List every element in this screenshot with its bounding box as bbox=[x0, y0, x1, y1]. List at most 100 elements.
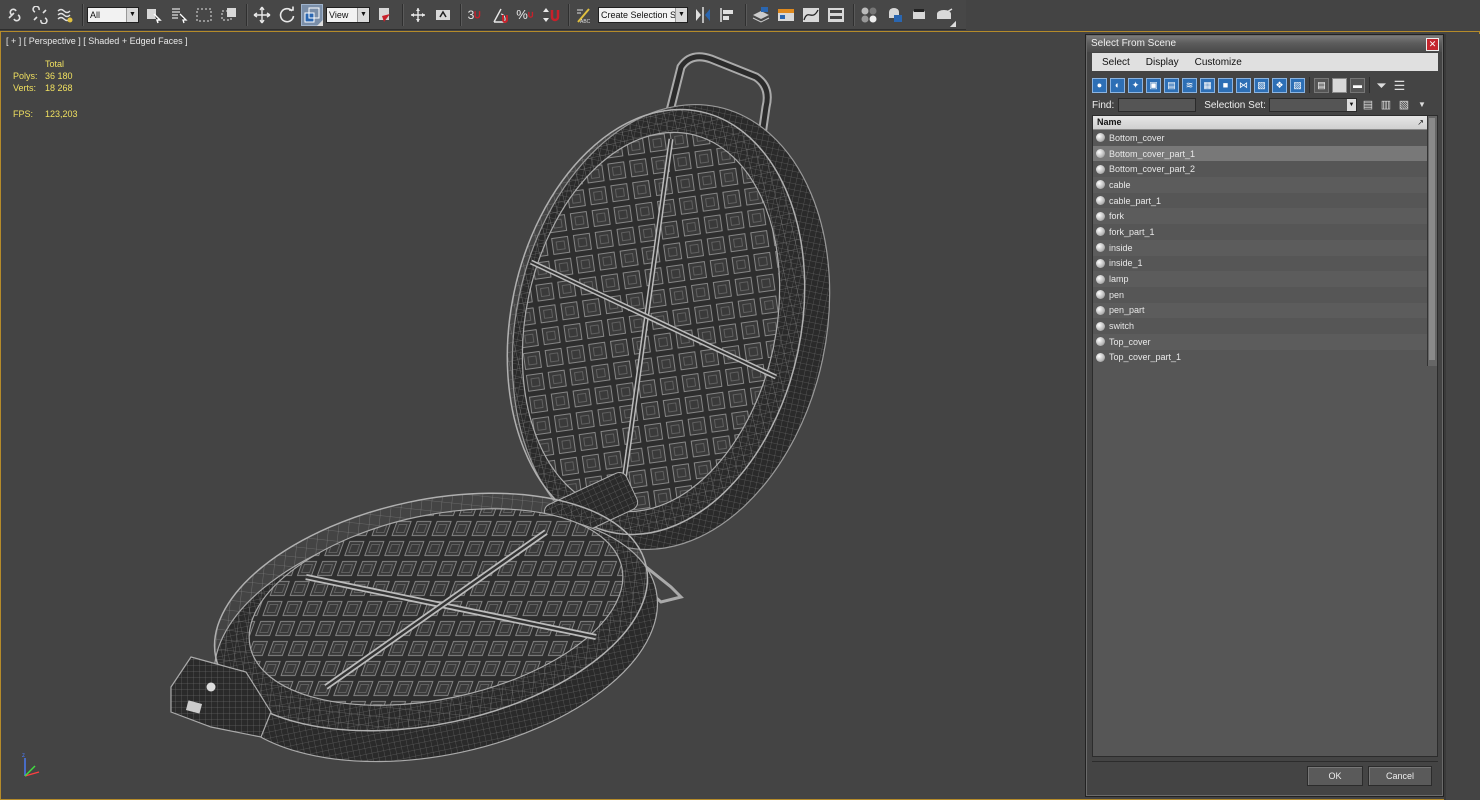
unlink-icon[interactable] bbox=[29, 4, 51, 26]
stats-header: Total bbox=[45, 59, 65, 69]
display-all-icon[interactable]: ▤ bbox=[1314, 77, 1329, 93]
material-editor-icon[interactable] bbox=[858, 4, 880, 26]
list-item[interactable]: Bottom_cover_part_2 bbox=[1093, 161, 1428, 177]
display-groups-icon[interactable]: ▦ bbox=[1200, 77, 1215, 93]
expand-arrow-icon[interactable]: ▼ bbox=[1415, 98, 1429, 112]
list-item[interactable]: cable_part_1 bbox=[1093, 193, 1428, 209]
waffle-maker-model[interactable] bbox=[151, 47, 851, 767]
list-item[interactable]: switch bbox=[1093, 318, 1428, 334]
list-item-label: Top_cover_part_1 bbox=[1109, 352, 1182, 363]
display-bones-icon[interactable]: ⋈ bbox=[1236, 77, 1251, 93]
list-item[interactable]: fork bbox=[1093, 208, 1428, 225]
viewport-label-menu[interactable]: [ + ] [ Perspective ] [ Shaded + Edged F… bbox=[6, 36, 188, 46]
list-item-label: Bottom_cover_part_1 bbox=[1109, 148, 1196, 159]
geometry-object-icon bbox=[1096, 133, 1105, 143]
cancel-button[interactable]: Cancel bbox=[1368, 766, 1432, 786]
dialog-titlebar[interactable]: Select From Scene ✕ bbox=[1087, 36, 1442, 52]
list-item[interactable]: fork_part_1 bbox=[1093, 224, 1428, 240]
named-selection-select[interactable]: Create Selection Se ▼ bbox=[598, 6, 688, 23]
geometry-object-icon bbox=[1096, 258, 1105, 268]
list-item[interactable]: Top_cover_part_1 bbox=[1093, 350, 1428, 366]
list-item[interactable]: inside bbox=[1093, 239, 1428, 256]
display-spacewarps-icon[interactable]: ≋ bbox=[1182, 77, 1197, 93]
named-selection-value: Create Selection Se bbox=[601, 9, 682, 20]
pivot-icon[interactable] bbox=[374, 4, 396, 26]
display-cameras-icon[interactable]: ▣ bbox=[1146, 77, 1161, 93]
select-invert-icon[interactable]: ▧ bbox=[1397, 98, 1411, 112]
scrollbar-thumb[interactable] bbox=[1429, 118, 1435, 360]
display-none-icon[interactable] bbox=[1332, 77, 1347, 93]
display-hidden-icon[interactable]: ▨ bbox=[1290, 77, 1305, 93]
scale-icon[interactable]: ◢ bbox=[301, 3, 323, 27]
spinner-snap-icon[interactable] bbox=[540, 4, 562, 26]
display-xrefs-icon[interactable]: ■ bbox=[1218, 77, 1233, 93]
ribbon-icon[interactable] bbox=[775, 4, 797, 26]
snap-3d-icon[interactable]: 3 bbox=[465, 4, 487, 26]
edit-named-sel-icon[interactable]: ABC bbox=[573, 4, 595, 26]
list-item[interactable]: lamp bbox=[1093, 271, 1428, 287]
fps-label: FPS: bbox=[13, 109, 34, 119]
percent-snap-icon[interactable]: % bbox=[515, 4, 537, 26]
selection-set-select[interactable]: ▼ bbox=[1268, 98, 1357, 112]
list-item[interactable]: pen_part bbox=[1093, 302, 1428, 319]
select-none-icon[interactable]: ▥ bbox=[1379, 98, 1393, 112]
list-item-label: inside bbox=[1109, 242, 1133, 253]
filter-options-icon[interactable]: ☰ bbox=[1392, 78, 1407, 93]
list-item[interactable]: Top_cover bbox=[1093, 333, 1428, 350]
move-icon[interactable] bbox=[251, 4, 273, 26]
dialog-menubar: Select Display Customize bbox=[1092, 53, 1438, 71]
flyout-corner-icon: ◢ bbox=[949, 18, 956, 28]
column-header-name[interactable]: Name ↗ bbox=[1093, 116, 1428, 130]
list-item[interactable]: pen bbox=[1093, 287, 1428, 303]
list-item[interactable]: cable bbox=[1093, 177, 1428, 193]
display-filter-toolbar: ● ◐ ✦ ▣ ▤ ≋ ▦ ■ ⋈ ▧ ❖ ▨ ▤ ▬ ⏷ ☰ bbox=[1092, 75, 1438, 95]
angle-snap-icon[interactable] bbox=[490, 4, 512, 26]
align-icon[interactable] bbox=[717, 4, 739, 26]
display-frozen-icon[interactable]: ❖ bbox=[1272, 77, 1287, 93]
display-lights-icon[interactable]: ✦ bbox=[1128, 77, 1143, 93]
verts-label: Verts: bbox=[13, 83, 37, 93]
schematic-view-icon[interactable] bbox=[825, 4, 847, 26]
find-input[interactable] bbox=[1118, 98, 1197, 112]
keyboard-shortcut-icon[interactable] bbox=[432, 4, 454, 26]
rect-region-icon[interactable] bbox=[193, 4, 215, 26]
menu-display[interactable]: Display bbox=[1138, 57, 1187, 68]
bind-spacewarp-icon[interactable] bbox=[54, 4, 76, 26]
render-production-icon[interactable]: ◢ bbox=[933, 4, 956, 28]
dialog-button-bar: OK Cancel bbox=[1092, 761, 1438, 793]
render-setup-icon[interactable] bbox=[883, 4, 905, 26]
display-geometry-icon[interactable]: ● bbox=[1092, 77, 1107, 93]
chevron-down-icon: ▼ bbox=[357, 7, 369, 22]
flyout-corner-icon: ◢ bbox=[316, 17, 323, 27]
display-helpers-icon[interactable]: ▤ bbox=[1164, 77, 1179, 93]
curve-editor-icon[interactable] bbox=[800, 4, 822, 26]
layer-manager-icon[interactable] bbox=[750, 4, 772, 26]
display-shapes-icon[interactable]: ◐ bbox=[1110, 77, 1125, 93]
filter-icon[interactable]: ⏷ bbox=[1374, 78, 1389, 93]
menu-select[interactable]: Select bbox=[1092, 57, 1138, 68]
right-panel-edge bbox=[1444, 34, 1480, 800]
menu-customize[interactable]: Customize bbox=[1187, 57, 1250, 68]
rendered-frame-icon[interactable] bbox=[908, 4, 930, 26]
list-item[interactable]: Bottom_cover bbox=[1093, 130, 1428, 146]
window-crossing-icon[interactable] bbox=[218, 4, 240, 26]
display-containers-icon[interactable]: ▧ bbox=[1254, 77, 1269, 93]
select-object-icon[interactable] bbox=[143, 4, 165, 26]
select-by-name-icon[interactable] bbox=[168, 4, 190, 26]
close-icon[interactable]: ✕ bbox=[1426, 38, 1439, 51]
selection-filter-select[interactable]: All ▼ bbox=[87, 6, 139, 23]
geometry-object-icon bbox=[1096, 180, 1105, 190]
list-item[interactable]: inside_1 bbox=[1093, 256, 1428, 272]
svg-text:z: z bbox=[22, 753, 25, 759]
list-item-label: cable bbox=[1109, 179, 1131, 190]
ok-button[interactable]: OK bbox=[1307, 766, 1363, 786]
select-manipulate-icon[interactable] bbox=[407, 4, 429, 26]
link-icon[interactable] bbox=[4, 4, 26, 26]
select-all-icon[interactable]: ▤ bbox=[1361, 98, 1375, 112]
list-scrollbar[interactable] bbox=[1427, 116, 1437, 366]
list-item[interactable]: Bottom_cover_part_1 bbox=[1093, 145, 1428, 162]
rotate-icon[interactable] bbox=[276, 4, 298, 26]
display-invert-icon[interactable]: ▬ bbox=[1350, 77, 1365, 93]
mirror-icon[interactable] bbox=[692, 4, 714, 26]
reference-coordinate-select[interactable]: View ▼ bbox=[326, 6, 370, 23]
